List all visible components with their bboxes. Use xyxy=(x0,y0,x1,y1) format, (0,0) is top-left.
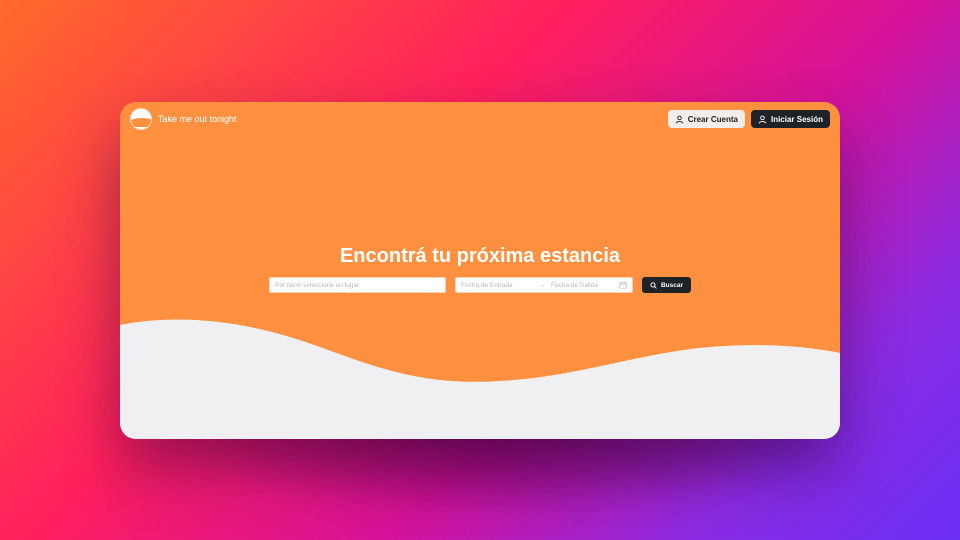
user-icon xyxy=(675,115,683,124)
create-account-label: Crear Cuenta xyxy=(687,114,738,124)
hero-wave xyxy=(120,319,840,439)
search-icon xyxy=(650,281,657,289)
app-window: Take me out tonight Crear Cuenta Iniciar… xyxy=(120,102,840,439)
login-button[interactable]: Iniciar Sesión xyxy=(750,110,830,128)
calendar-icon[interactable] xyxy=(619,281,627,289)
checkout-field[interactable]: Fecha de Salida xyxy=(548,282,619,289)
date-range-picker[interactable]: Fecha de Entrada → Fecha de Salida xyxy=(455,277,633,293)
logo xyxy=(130,108,152,130)
brand-name: Take me out tonight xyxy=(158,114,237,124)
search-button-label: Buscar xyxy=(660,281,684,289)
login-label: Iniciar Sesión xyxy=(770,114,823,124)
place-input[interactable]: Por favor seleccione un lugar xyxy=(269,277,446,293)
checkin-field[interactable]: Fecha de Entrada xyxy=(461,282,536,289)
create-account-button[interactable]: Crear Cuenta xyxy=(667,110,745,128)
auth-buttons: Crear Cuenta Iniciar Sesión xyxy=(667,110,830,128)
arrow-right-icon: → xyxy=(538,281,546,289)
user-icon xyxy=(758,115,767,124)
top-nav: Take me out tonight Crear Cuenta Iniciar… xyxy=(120,102,840,136)
search-bar: Por favor seleccione un lugar Fecha de E… xyxy=(269,277,691,293)
search-button[interactable]: Buscar xyxy=(642,277,691,293)
place-placeholder: Por favor seleccione un lugar xyxy=(275,281,360,289)
hero-title: Encontrá tu próxima estancia xyxy=(339,245,621,267)
brand[interactable]: Take me out tonight xyxy=(130,108,237,130)
